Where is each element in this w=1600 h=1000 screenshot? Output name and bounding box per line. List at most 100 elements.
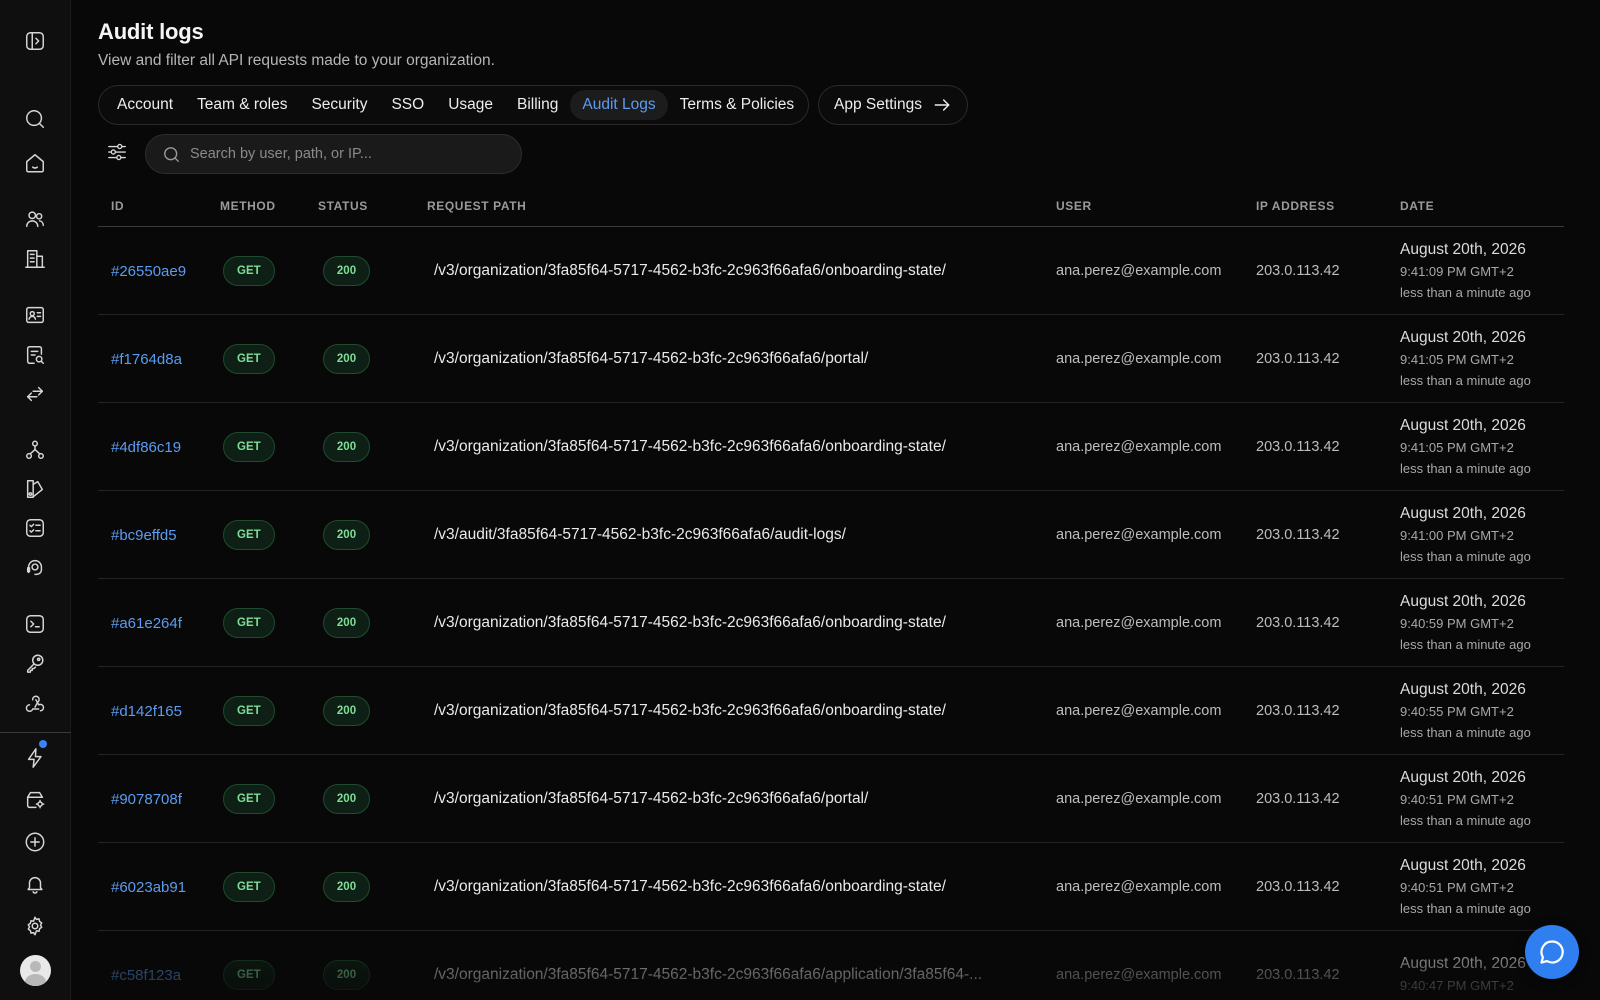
log-date: August 20th, 2026 (1400, 954, 1526, 972)
status-cell: 200 (323, 931, 370, 1000)
status-cell: 200 (323, 315, 370, 403)
table-row[interactable]: #bc9effd5 GET 200/v3/audit/3fa85f64-5717-4… (98, 491, 1564, 579)
ip-address: 203.0.113.42 (1256, 967, 1340, 983)
log-time: 9:40:47 PM GMT+2 (1400, 977, 1514, 993)
user-email: ana.perez@example.com (1056, 879, 1222, 895)
workflow-icon[interactable] (23, 438, 47, 462)
log-id-link[interactable]: #4df86c19 (111, 403, 181, 491)
lightning-icon[interactable] (23, 746, 47, 770)
request-path: /v3/organization/3fa85f64-5717-4562-b3fc… (434, 702, 946, 719)
log-time: 9:40:59 PM GMT+2 (1400, 615, 1514, 631)
sidebar-toggle-icon[interactable] (23, 29, 47, 53)
users-icon[interactable] (23, 207, 47, 231)
status-cell: 200 (323, 755, 370, 843)
transfer-arrows-icon[interactable] (23, 382, 47, 406)
log-relative-time: less than a minute ago (1400, 812, 1531, 828)
column-header-id[interactable]: ID (111, 199, 124, 213)
method-cell: GET (223, 315, 275, 403)
column-header-user[interactable]: USER (1056, 199, 1092, 213)
log-relative-time: less than a minute ago (1400, 460, 1531, 476)
tab-usage[interactable]: Usage (436, 90, 505, 120)
user-email: ana.perez@example.com (1056, 615, 1222, 631)
table-row[interactable]: #4df86c19 GET 200/v3/organization/3fa85f64… (98, 403, 1564, 491)
avatar-head (30, 961, 41, 972)
checklist-icon[interactable] (23, 516, 47, 540)
app-settings-button[interactable]: App Settings (818, 85, 968, 125)
table-row[interactable]: #26550ae9 GET 200/v3/organization/3fa85f64… (98, 227, 1564, 315)
bell-icon[interactable] (23, 872, 47, 896)
column-header-status[interactable]: STATUS (318, 199, 368, 213)
tab-terms-policies[interactable]: Terms & Policies (668, 90, 807, 120)
tab-account[interactable]: Account (105, 90, 185, 120)
log-date: August 20th, 2026 (1400, 768, 1526, 786)
log-id-link[interactable]: #d142f165 (111, 667, 182, 755)
log-id-link[interactable]: #c58f123a (111, 931, 181, 1000)
log-date: August 20th, 2026 (1400, 856, 1526, 874)
status-badge: 200 (323, 432, 370, 462)
gear-icon[interactable] (23, 914, 47, 938)
log-id-link[interactable]: #a61e264f (111, 579, 182, 667)
log-time: 9:40:51 PM GMT+2 (1400, 879, 1514, 895)
status-badge: 200 (323, 696, 370, 726)
status-cell: 200 (323, 843, 370, 931)
notification-dot (39, 740, 47, 748)
date-cell: August 20th, 2026 9:41:09 PM GMT+2 less th… (1400, 227, 1531, 315)
status-cell: 200 (323, 491, 370, 579)
key-icon[interactable] (23, 651, 47, 675)
tab-team-roles[interactable]: Team & roles (185, 90, 299, 120)
log-id-link[interactable]: #bc9effd5 (111, 491, 177, 579)
status-badge: 200 (323, 608, 370, 638)
log-id-link[interactable]: #26550ae9 (111, 227, 186, 315)
page-title: Audit logs (98, 19, 204, 44)
user-email: ana.perez@example.com (1056, 439, 1222, 455)
column-header-date[interactable]: DATE (1400, 199, 1434, 213)
tab-audit-logs[interactable]: Audit Logs (570, 90, 668, 120)
log-date: August 20th, 2026 (1400, 504, 1526, 522)
table-row[interactable]: #f1764d8a GET 200/v3/organization/3fa85f64… (98, 315, 1564, 403)
table-row[interactable]: #d142f165 GET 200/v3/organization/3fa85f64… (98, 667, 1564, 755)
method-cell: GET (223, 491, 275, 579)
date-cell: August 20th, 2026 9:41:05 PM GMT+2 less th… (1400, 403, 1531, 491)
tab-sso[interactable]: SSO (379, 90, 436, 120)
date-cell: August 20th, 2026 9:41:00 PM GMT+2 less th… (1400, 491, 1531, 579)
request-path: /v3/organization/3fa85f64-5717-4562-b3fc… (434, 614, 946, 631)
column-header-method[interactable]: METHOD (220, 199, 276, 213)
audit-log-table: ID METHOD STATUS REQUEST PATH USER IP AD… (98, 190, 1564, 1000)
user-email: ana.perez@example.com (1056, 263, 1222, 279)
branding-icon[interactable] (23, 477, 47, 501)
search-icon[interactable] (23, 107, 47, 131)
avatar-body (25, 974, 46, 986)
table-row[interactable]: #c58f123a GET 200/v3/organization/3fa85f64… (98, 931, 1564, 1000)
filter-button[interactable] (106, 141, 128, 163)
table-row[interactable]: #6023ab91 GET 200/v3/organization/3fa85f64… (98, 843, 1564, 931)
tab-billing[interactable]: Billing (505, 90, 570, 120)
status-badge: 200 (323, 256, 370, 286)
contact-card-icon[interactable] (23, 303, 47, 327)
avatar[interactable] (20, 955, 51, 986)
log-relative-time: less than a minute ago (1400, 900, 1531, 916)
support-icon[interactable] (23, 555, 47, 579)
database-settings-icon[interactable] (23, 788, 47, 812)
terminal-icon[interactable] (23, 612, 47, 636)
method-badge: GET (223, 608, 275, 638)
column-header-ip-address[interactable]: IP ADDRESS (1256, 199, 1335, 213)
table-row[interactable]: #a61e264f GET 200/v3/organization/3fa85f64… (98, 579, 1564, 667)
request-path: /v3/organization/3fa85f64-5717-4562-b3fc… (434, 438, 946, 455)
tab-security[interactable]: Security (299, 90, 379, 120)
sliders-icon (108, 143, 126, 161)
search-input[interactable] (190, 146, 490, 162)
table-row[interactable]: #9078708f GET 200/v3/organization/3fa85f64… (98, 755, 1564, 843)
home-icon[interactable] (23, 151, 47, 175)
ip-address: 203.0.113.42 (1256, 351, 1340, 367)
user-email: ana.perez@example.com (1056, 351, 1222, 367)
document-search-icon[interactable] (23, 343, 47, 367)
log-id-link[interactable]: #6023ab91 (111, 843, 186, 931)
building-icon[interactable] (23, 247, 47, 271)
chat-button[interactable] (1525, 925, 1579, 979)
column-header-request-path[interactable]: REQUEST PATH (427, 199, 526, 213)
add-circle-icon[interactable] (23, 830, 47, 854)
log-id-link[interactable]: #f1764d8a (111, 315, 182, 403)
log-date: August 20th, 2026 (1400, 680, 1526, 698)
webhook-icon[interactable] (23, 691, 47, 715)
log-id-link[interactable]: #9078708f (111, 755, 182, 843)
